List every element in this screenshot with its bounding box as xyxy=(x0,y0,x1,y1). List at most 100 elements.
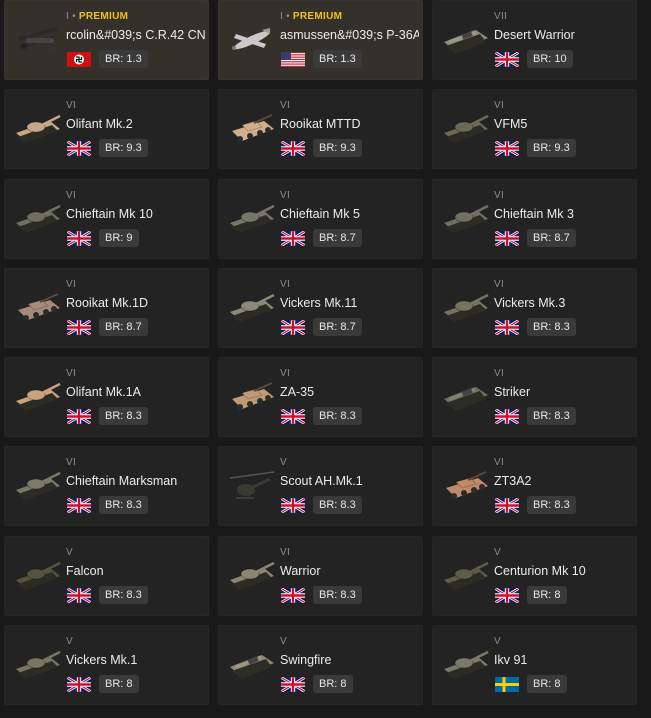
battle-rating-badge: BR: 8.7 xyxy=(527,228,576,247)
vehicle-rank: VI xyxy=(494,368,505,380)
vehicle-rank: VII xyxy=(494,11,508,22)
uk-flag-icon xyxy=(495,319,519,335)
vehicle-name: Olifant Mk.1A xyxy=(66,385,142,400)
vehicle-card[interactable]: V Swingfire BR: 8 xyxy=(218,625,423,706)
uk-flag-icon xyxy=(281,677,305,693)
battle-rating-badge: BR: 8.3 xyxy=(99,496,148,515)
vehicle-rank: VI xyxy=(66,457,77,469)
vehicle-name: rcolin&#039;s C.R.42 CN xyxy=(66,28,205,42)
tank-icon xyxy=(440,556,492,596)
vehicle-grid: I • PREMIUM rcolin&#039;s C.R.42 CN BR: 1.3… xyxy=(0,0,651,706)
battle-rating-badge: BR: 9.3 xyxy=(527,139,576,158)
tank-icon xyxy=(440,20,492,60)
vehicle-card[interactable]: VI Vickers Mk.11 BR: 8.7 xyxy=(218,267,423,348)
vehicle-rank: VI xyxy=(280,100,291,112)
uk-flag-icon xyxy=(67,498,91,514)
vehicle-name: Olifant Mk.2 xyxy=(66,117,133,132)
vehicle-name: Vickers Mk.1 xyxy=(66,653,138,668)
tank-icon xyxy=(226,199,278,239)
vehicle-card[interactable]: V Falcon BR: 8.3 xyxy=(4,535,209,616)
vehicle-card[interactable]: VI VFM5 BR: 9.3 xyxy=(432,89,637,170)
vehicle-rank: VI xyxy=(494,278,505,290)
vehicle-name: Chieftain Mk 3 xyxy=(494,206,574,221)
tank-icon xyxy=(440,466,492,506)
uk-flag-icon xyxy=(67,230,91,246)
vehicle-card[interactable]: VI Striker BR: 8.3 xyxy=(432,357,637,438)
vehicle-card[interactable]: VI Olifant Mk.1A BR: 8.3 xyxy=(4,357,209,438)
vehicle-rank: VI xyxy=(494,100,505,112)
battle-rating-badge: BR: 9.3 xyxy=(99,139,148,158)
uk-flag-icon xyxy=(67,409,91,425)
vehicle-card[interactable]: V Scout AH.Mk.1 BR: 8.3 xyxy=(218,446,423,527)
battle-rating-badge: BR: 8 xyxy=(313,675,353,694)
battle-rating-badge: BR: 8.7 xyxy=(99,317,148,336)
tank-icon xyxy=(12,466,64,506)
vehicle-card[interactable]: V Ikv 91 BR: 8 xyxy=(432,625,637,706)
vehicle-name: ZA-35 xyxy=(280,385,315,400)
battle-rating-badge: BR: 8.3 xyxy=(527,496,576,515)
vehicle-rank: V xyxy=(280,457,287,469)
vehicle-rank: V xyxy=(66,636,73,648)
uk-flag-icon xyxy=(281,409,305,425)
vehicle-card[interactable]: VII Desert Warrior BR: 10 xyxy=(432,0,637,80)
battle-rating-badge: BR: 8.3 xyxy=(527,317,576,336)
vehicle-rank: VI xyxy=(280,368,291,380)
vehicle-card[interactable]: V Centurion Mk 10 BR: 8 xyxy=(432,535,637,616)
vehicle-card[interactable]: VI Chieftain Mk 5 BR: 8.7 xyxy=(218,178,423,259)
tank-icon xyxy=(440,109,492,149)
uk-flag-icon xyxy=(281,587,305,603)
vehicle-card[interactable]: VI Rooikat Mk.1D BR: 8.7 xyxy=(4,267,209,348)
vehicle-card[interactable]: I • PREMIUM asmussen&#039;s P-36A BR: 1.3 xyxy=(218,0,423,80)
tank-icon xyxy=(440,288,492,328)
battle-rating-badge: BR: 8 xyxy=(99,675,139,694)
battle-rating-badge: BR: 8.3 xyxy=(313,496,362,515)
uk-flag-icon xyxy=(67,677,91,693)
battle-rating-badge: BR: 8.7 xyxy=(313,228,362,247)
vehicle-rank: VI xyxy=(280,278,291,290)
tank-icon xyxy=(440,377,492,417)
vehicle-rank: VI xyxy=(494,189,505,201)
vehicle-name: Warrior xyxy=(280,563,321,578)
vehicle-card[interactable]: VI Vickers Mk.3 BR: 8.3 xyxy=(432,267,637,348)
tank-icon xyxy=(12,377,64,417)
battle-rating-badge: BR: 8.3 xyxy=(313,585,362,604)
usa-flag-icon xyxy=(281,52,305,67)
vehicle-name: Ikv 91 xyxy=(494,653,528,668)
vehicle-name: Chieftain Mk 5 xyxy=(280,206,360,221)
vehicle-name: Scout AH.Mk.1 xyxy=(280,474,363,489)
vehicle-card[interactable]: VI ZT3A2 BR: 8.3 xyxy=(432,446,637,527)
vehicle-name: Vickers Mk.11 xyxy=(280,295,358,310)
uk-flag-icon xyxy=(281,141,305,157)
tank-icon xyxy=(226,556,278,596)
vehicle-name: Swingfire xyxy=(280,653,332,668)
vehicle-card[interactable]: VI Chieftain Marksman BR: 8.3 xyxy=(4,446,209,527)
helicopter-icon xyxy=(226,466,278,506)
uk-flag-icon xyxy=(495,498,519,514)
vehicle-rank: VI xyxy=(494,457,505,469)
vehicle-card[interactable]: VI ZA-35 BR: 8.3 xyxy=(218,357,423,438)
vehicle-card[interactable]: VI Warrior BR: 8.3 xyxy=(218,535,423,616)
vehicle-rank: V xyxy=(66,546,73,558)
vehicle-card[interactable]: I • PREMIUM rcolin&#039;s C.R.42 CN BR: 1.3 xyxy=(4,0,209,80)
tank-icon xyxy=(12,556,64,596)
uk-flag-icon xyxy=(495,230,519,246)
vehicle-card[interactable]: VI Olifant Mk.2 BR: 9.3 xyxy=(4,89,209,170)
tank-icon xyxy=(226,645,278,685)
tank-icon xyxy=(226,377,278,417)
uk-flag-icon xyxy=(67,319,91,335)
battle-rating-badge: BR: 8 xyxy=(527,675,567,694)
tank-icon xyxy=(226,109,278,149)
vehicle-rank: I • PREMIUM xyxy=(280,11,343,22)
tank-icon xyxy=(12,199,64,239)
aircraft-icon xyxy=(12,20,64,60)
vehicle-card[interactable]: V Vickers Mk.1 BR: 8 xyxy=(4,625,209,706)
vehicle-card[interactable]: VI Chieftain Mk 10 BR: 9 xyxy=(4,178,209,259)
vehicle-name: Rooikat Mk.1D xyxy=(66,295,148,310)
vehicle-rank: VI xyxy=(66,278,77,290)
vehicle-card[interactable]: VI Rooikat MTTD BR: 9.3 xyxy=(218,89,423,170)
tank-icon xyxy=(440,645,492,685)
vehicle-card[interactable]: VI Chieftain Mk 3 BR: 8.7 xyxy=(432,178,637,259)
vehicle-name: Striker xyxy=(494,385,531,400)
battle-rating-badge: BR: 1.3 xyxy=(99,50,148,68)
tank-icon xyxy=(226,288,278,328)
